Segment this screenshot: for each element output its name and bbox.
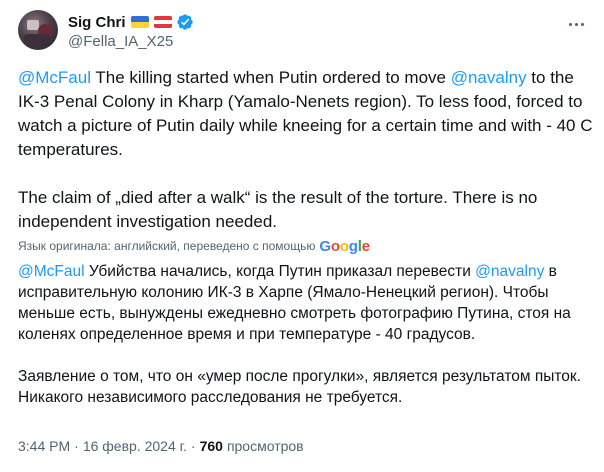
user-handle[interactable]: @Fella_IA_X25 [68, 33, 194, 50]
tweet-meta: 3:44 PM · 16 февр. 2024 г. · 760 просмот… [18, 436, 304, 456]
meta-separator: · [74, 438, 79, 454]
translated-text: @McFaul Убийства начались, когда Путин п… [18, 261, 598, 408]
tweet-time[interactable]: 3:44 PM [18, 438, 70, 454]
ukraine-flag-icon [130, 16, 149, 28]
tweet-paragraph: The claim of „died after a walk“ is the … [18, 188, 538, 231]
tweet-paragraph: @McFaul The killing started when Putin o… [18, 66, 598, 162]
more-options-icon[interactable] [566, 14, 586, 34]
translation-note: Язык оригинала: английский, переведено с… [18, 237, 370, 255]
display-name[interactable]: Sig Chri [68, 14, 126, 31]
translated-text-segment: Убийства начались, когда Путин приказал … [84, 263, 476, 280]
tweet-text: @McFaul The killing started when Putin o… [18, 66, 598, 234]
tweet-text-segment: The killing started when Putin ordered t… [91, 68, 451, 87]
author-info: Sig Chri @Fella_IA_X25 [68, 12, 194, 50]
translated-paragraph: @McFaul Убийства начались, когда Путин п… [18, 261, 598, 345]
verified-badge-icon[interactable] [176, 13, 194, 31]
mention-link[interactable]: @McFaul [18, 68, 91, 87]
mention-link[interactable]: @navalny [475, 263, 544, 280]
views-count[interactable]: 760 [200, 438, 223, 454]
translation-note-text: Язык оригинала: английский, переведено с… [18, 239, 316, 253]
translated-paragraph: Заявление о том, что он «умер после прог… [18, 368, 581, 406]
mention-link[interactable]: @navalny [451, 68, 527, 87]
avatar[interactable] [18, 10, 58, 50]
tweet-header: Sig Chri @Fella_IA_X25 [18, 8, 586, 54]
google-logo[interactable]: Google [319, 238, 370, 255]
mention-link[interactable]: @McFaul [18, 263, 85, 280]
meta-separator: · [190, 438, 196, 454]
austria-flag-icon [153, 16, 172, 28]
tweet-date[interactable]: 16 февр. 2024 г. [83, 438, 187, 454]
views-label: просмотров [226, 438, 304, 454]
